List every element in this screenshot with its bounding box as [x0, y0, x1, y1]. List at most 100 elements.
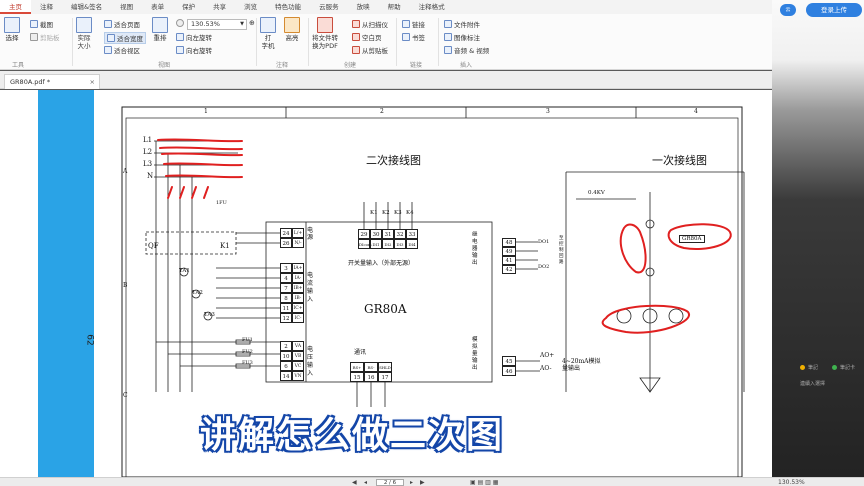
ct-label-1: TA1: [179, 268, 190, 274]
primary-diagram-title: 一次接线图: [652, 154, 707, 167]
menu-tab[interactable]: 保护: [173, 0, 204, 14]
clipboard-button[interactable]: 剪贴板: [30, 32, 60, 42]
zoom-input[interactable]: 130.53% ▼: [187, 19, 247, 30]
clipboard-icon: [30, 33, 38, 41]
app-window: 主页 注释 编辑&签名 视图 表单 保护 共享 浏览 特色功能 云服务 放映 帮助 注释格式 选择 截图…: [0, 0, 864, 486]
menu-tab[interactable]: 主页: [0, 0, 31, 14]
relay-terminal: 49: [502, 247, 516, 256]
actual-size-button[interactable]: 实际 大小: [76, 17, 92, 50]
next-page-icon[interactable]: ▸: [410, 478, 413, 486]
chevron-down-icon[interactable]: ▼: [240, 20, 244, 29]
menu-tab[interactable]: 共享: [204, 0, 235, 14]
line-label-n: N: [147, 172, 154, 180]
typewriter-button[interactable]: 打 字机: [260, 17, 276, 50]
device-name: GR80A: [364, 302, 407, 316]
document-tab-bar: GR80A.pdf * ×: [0, 71, 772, 89]
fit-width-button[interactable]: 适合宽度: [104, 32, 146, 44]
from-scanner-button[interactable]: 从扫描仪: [352, 19, 388, 29]
zoom-out-icon[interactable]: [176, 19, 184, 27]
analog-terminal: 45: [502, 356, 516, 366]
fit-visible-icon: [104, 46, 112, 54]
bookmark-label: 书签: [412, 34, 425, 42]
convert-to-pdf-button[interactable]: 将文件转 换为PDF: [312, 17, 338, 50]
relay-terminal: 41: [502, 256, 516, 265]
analog-output-label: 模 拟 量 输 出: [472, 337, 478, 371]
switch-label: K2: [382, 210, 390, 216]
close-icon[interactable]: ×: [90, 75, 95, 89]
switch-terminal-name: DIcom: [358, 239, 372, 249]
image-annotation-button[interactable]: 图像标注: [444, 32, 480, 42]
menu-tab[interactable]: 表单: [142, 0, 173, 14]
status-dot-icon: [832, 365, 837, 370]
attachment-label: 文件附件: [454, 21, 480, 29]
ct-label-2: TA2: [192, 290, 203, 296]
line-label-l1: L1: [143, 136, 153, 144]
ribbon-toolbar: 选择 截图 剪贴板 工具 实际 大小 适合页面 适合宽度 适合视区 重排 130…: [0, 14, 772, 70]
side-item-2[interactable]: 筆記卡: [832, 364, 855, 371]
rotate-left-icon: [176, 33, 184, 41]
menu-tab[interactable]: 编辑&签名: [62, 0, 111, 14]
menu-tab[interactable]: 视图: [111, 0, 142, 14]
terminal-number: 6: [280, 361, 292, 371]
status-bar: ◀ ◂ 2 / 6 ▸ ▶ ▣ ▤ ▥ ▦ 130.53%: [0, 477, 864, 486]
zoom-in-icon[interactable]: ⊕: [249, 19, 255, 27]
terminal-name: VA: [292, 341, 304, 351]
select-tool-button[interactable]: 选择: [4, 17, 20, 42]
terminal-number: 24: [280, 228, 292, 238]
relay-terminal: 48: [502, 238, 516, 247]
terminal-name: VC: [292, 361, 304, 371]
link-button[interactable]: 链接: [402, 19, 425, 29]
fit-page-icon: [104, 20, 112, 28]
switch-label: K4: [406, 210, 414, 216]
side-item-3[interactable]: 連續入選擇: [800, 380, 825, 387]
menu-tab[interactable]: 云服务: [310, 0, 348, 14]
last-page-icon[interactable]: ▶: [420, 478, 425, 486]
rotate-left-button[interactable]: 向左旋转: [176, 32, 212, 42]
comm-label: 通讯: [354, 349, 367, 356]
film-icon: [444, 46, 452, 54]
screenshot-button[interactable]: 截图: [30, 19, 53, 29]
menu-tab[interactable]: 帮助: [379, 0, 410, 14]
reflow-button[interactable]: 重排: [152, 17, 168, 42]
view-group-label: 视图: [158, 62, 171, 69]
terminal-name: VN: [292, 371, 304, 381]
switch-terminal-number: 31: [382, 229, 394, 239]
page-number-input[interactable]: 2 / 6: [376, 479, 404, 486]
view-mode-icon[interactable]: ▣ ▤ ▥ ▦: [470, 478, 498, 486]
fit-page-button[interactable]: 适合页面: [104, 19, 140, 29]
status-zoom[interactable]: 130.53%: [778, 478, 805, 486]
audio-video-button[interactable]: 音频 & 视频: [444, 45, 489, 55]
link-label: 链接: [412, 21, 425, 29]
terminal-number: 12: [280, 313, 292, 323]
menu-tab[interactable]: 特色功能: [266, 0, 310, 14]
login-upload-button[interactable]: 登录上传: [806, 3, 862, 17]
switch-terminal-name: DI1: [370, 239, 382, 249]
first-page-icon[interactable]: ◀: [352, 478, 357, 486]
menu-tab[interactable]: 放映: [348, 0, 379, 14]
switch-terminal-name: DI2: [382, 239, 394, 249]
side-item-1[interactable]: 筆記: [800, 364, 818, 371]
screenshot-label: 截图: [40, 21, 53, 29]
select-label: 选择: [5, 34, 19, 42]
voltage-level: 0.4KV: [588, 190, 605, 196]
fit-visible-button[interactable]: 适合视区: [104, 45, 140, 55]
prev-page-icon[interactable]: ◂: [364, 478, 367, 486]
highlight-button[interactable]: 高亮: [284, 17, 300, 42]
rotate-right-button[interactable]: 向右旋转: [176, 45, 212, 55]
video-caption: 讲解怎么做二次图: [199, 414, 505, 457]
vfuse-label-1: FU1: [242, 337, 253, 343]
camera-icon: [30, 20, 38, 28]
red-annotation-stroke: [159, 146, 243, 151]
bookmark-button[interactable]: 书签: [402, 32, 425, 42]
document-tab[interactable]: GR80A.pdf * ×: [4, 74, 100, 89]
from-clipboard-button[interactable]: 从剪贴板: [352, 45, 388, 55]
menu-tab[interactable]: 注释格式: [410, 0, 454, 14]
terminal-name: IA-: [292, 273, 304, 283]
menu-tab[interactable]: 注释: [31, 0, 62, 14]
blank-page-button[interactable]: 空白页: [352, 32, 382, 42]
vfuse-label-3: FU3: [242, 360, 253, 366]
cloud-icon[interactable]: 云: [780, 4, 796, 16]
file-attachment-button[interactable]: 文件附件: [444, 19, 480, 29]
menu-tab[interactable]: 浏览: [235, 0, 266, 14]
analog-ao-plus: AO+: [540, 352, 555, 359]
